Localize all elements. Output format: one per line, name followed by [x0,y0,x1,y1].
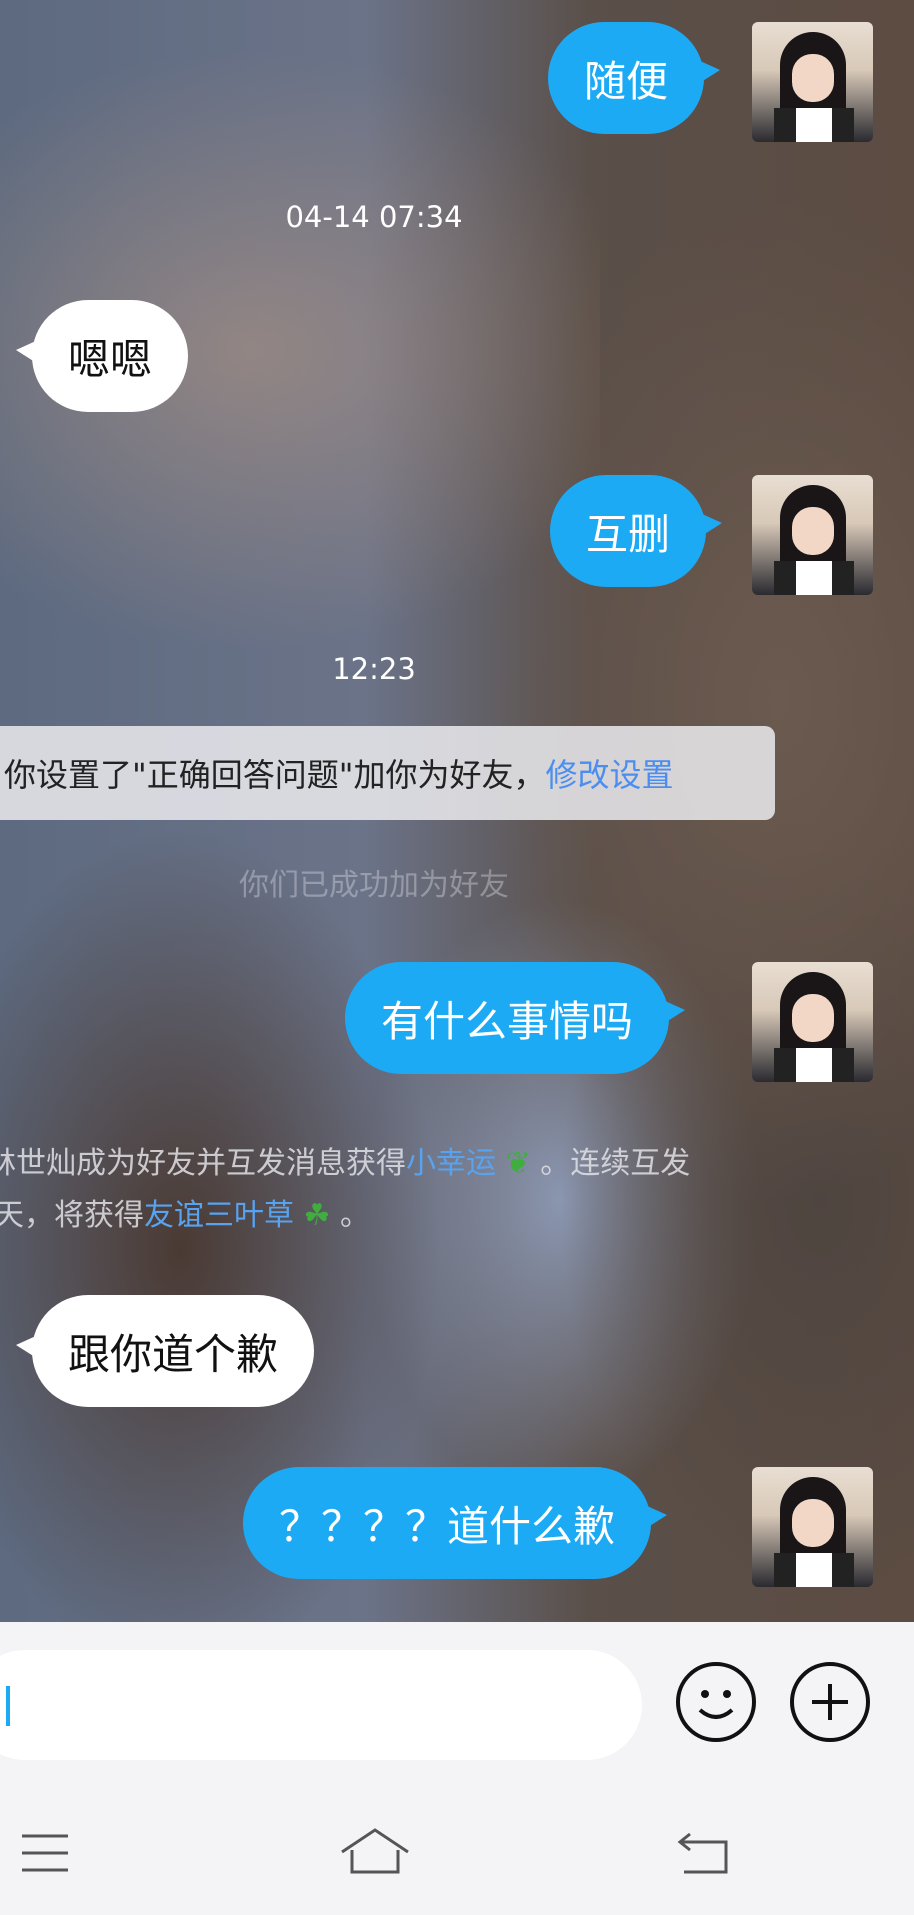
message-text: 互删 [586,509,671,559]
system-nav-bar [0,1770,914,1915]
input-bar [0,1622,914,1770]
notice-text: 。连续互发 [540,1146,691,1181]
message-bubble-received[interactable]: 跟你道个歉 [15,1295,315,1407]
system-notice: 你设置了"正确回答问题"加你为好友， 修改设置 [0,726,775,820]
message-input[interactable] [0,1650,642,1760]
message-bubble-received[interactable]: 嗯嗯 [15,300,189,412]
message-bubble-sent[interactable]: 随便 [548,22,721,134]
notice-text: 。 [339,1198,370,1233]
notice-text: 林世灿成为好友并互发消息获得 [0,1146,406,1181]
system-notice-text: 你设置了"正确回答问题"加你为好友， [4,756,546,794]
message-bubble-sent[interactable]: 互删 [550,475,723,587]
message-bubble-sent[interactable]: 有什么事情吗 [345,962,686,1074]
modify-settings-link[interactable]: 修改设置 [545,750,673,796]
friendship-clover-link[interactable]: 友谊三叶草 [144,1198,294,1233]
lucky-notice-line2: 天，将获得友谊三叶草 ☘ 。 [0,1190,370,1234]
message-text: ？？？？道什么歉 [279,1501,616,1551]
lucky-notice-line1: 林世灿成为好友并互发消息获得小幸运 ❦ 。连续互发 [0,1138,690,1182]
avatar[interactable] [752,475,873,595]
avatar[interactable] [752,22,873,142]
notice-text: 天，将获得 [0,1198,144,1233]
timestamp: 04-14 07:34 [285,200,463,234]
timestamp: 12:23 [332,652,416,686]
message-text: 有什么事情吗 [381,996,634,1046]
friend-added-notice: 你们已成功加为好友 [239,868,509,903]
emoji-icon[interactable] [676,1662,756,1742]
avatar[interactable] [752,962,873,1082]
message-text: 嗯嗯 [68,334,153,384]
clover-icon: ☘ [294,1198,340,1233]
sprout-icon: ❦ [496,1146,541,1181]
message-text: 跟你道个歉 [68,1329,279,1379]
back-icon[interactable] [676,1830,730,1876]
little-luck-link[interactable]: 小幸运 [406,1146,496,1181]
text-caret [6,1686,10,1726]
home-icon[interactable] [338,1826,412,1876]
avatar[interactable] [752,1467,873,1587]
menu-icon[interactable] [20,1832,70,1874]
message-text: 随便 [584,56,669,106]
message-bubble-sent[interactable]: ？？？？道什么歉 [243,1467,668,1579]
plus-icon[interactable] [790,1662,870,1742]
